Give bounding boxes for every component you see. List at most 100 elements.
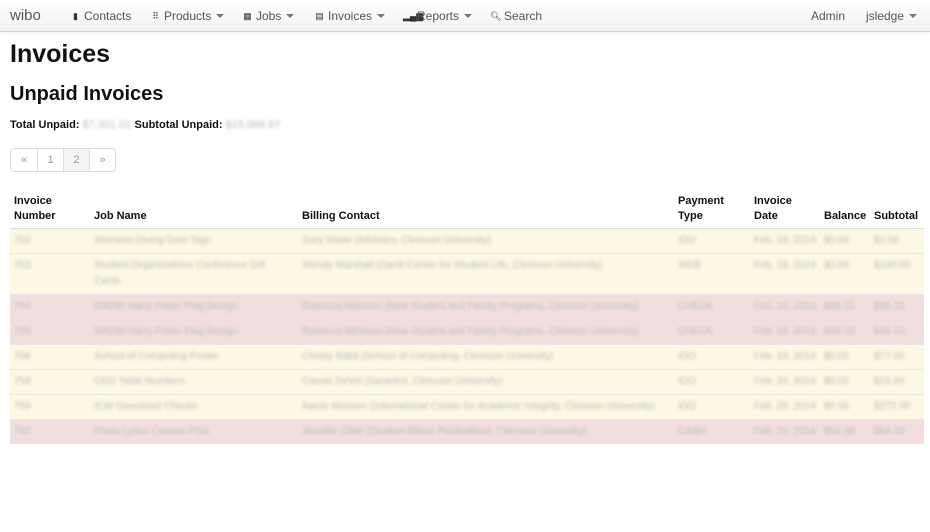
job-name-cell[interactable]: ICAI Oversized Checks (90, 394, 298, 420)
squares-icon: ▦ (243, 11, 252, 21)
invoice-number-cell[interactable]: 756 (10, 344, 90, 370)
invoice-number-cell-text: 759 (14, 401, 31, 412)
nav-products-label: Products (164, 9, 212, 23)
payment-type-cell: IDO (674, 344, 750, 370)
nav-search[interactable]: 🔍︎ Search (490, 9, 542, 23)
invoice-date-cell-text: Feb. 18, 2014 (754, 301, 816, 312)
pagination-page-1[interactable]: 1 (37, 149, 63, 171)
header-job-name[interactable]: Job Name (90, 194, 298, 229)
billing-contact-cell-text: Jennifer Clark (Student Affairs Publicat… (302, 426, 587, 437)
nav-products[interactable]: ⠿ Products (150, 9, 225, 23)
billing-contact-cell-text: Cassie DeVol (Genetics, Clemson Universi… (302, 376, 503, 387)
billing-contact-cell: Rebecca Atkinson (New Student and Family… (298, 294, 674, 320)
table-row[interactable]: 758 CEO Table Numbers Cassie DeVol (Geneti… (10, 369, 924, 395)
payment-type-cell-text: CASH (678, 426, 706, 437)
nav-user-menu[interactable]: jsledge (866, 9, 918, 23)
header-subtotal[interactable]: Subtotal (870, 194, 924, 229)
invoice-date-cell-text: Feb. 18, 2014 (754, 326, 816, 337)
invoice-number-cell[interactable]: 758 (10, 369, 90, 395)
payment-type-cell-text: IDO (678, 401, 696, 412)
balance-cell-text: $48.15 (824, 301, 855, 312)
header-invoice-number[interactable]: Invoice Number (10, 194, 90, 229)
nav-invoices[interactable]: ▤ Invoices (314, 9, 386, 23)
pagination-prev[interactable]: « (11, 149, 37, 171)
invoice-date-cell: Feb. 19, 2014 (750, 344, 820, 370)
brand-link[interactable]: wibo (10, 7, 41, 24)
invoice-number-cell[interactable]: 760 (10, 419, 90, 444)
nav-search-label: Search (504, 9, 543, 23)
payment-type-cell: CHECK (674, 319, 750, 345)
payment-type-cell: WEB (674, 253, 750, 295)
subtotal-cell-text: $272.00 (874, 401, 911, 412)
nav-jobs[interactable]: ▦ Jobs (242, 9, 295, 23)
payment-type-cell-text: IDO (678, 376, 696, 387)
header-payment-type[interactable]: Payment Type (674, 194, 750, 229)
invoice-date-cell: Feb. 18, 2014 (750, 253, 820, 295)
invoice-number-cell-text: 753 (14, 260, 31, 271)
job-name-cell[interactable]: Womens Diving Door Sign (90, 228, 298, 254)
nav-invoices-label: Invoices (328, 9, 373, 23)
billing-contact-cell: Jennifer Clark (Student Affairs Publicat… (298, 419, 674, 444)
table-row[interactable]: 755 SROW Harry Potter Flag Design Rebecca … (10, 319, 924, 345)
job-name-cell[interactable]: CEO Table Numbers (90, 369, 298, 395)
table-row[interactable]: 754 SROW Harry Potter Flag Design Rebecca … (10, 294, 924, 320)
invoice-number-cell[interactable]: 755 (10, 319, 90, 345)
total-unpaid-value: $7,301.01 (82, 119, 132, 131)
invoice-date-cell: Feb. 18, 2014 (750, 319, 820, 345)
payment-type-cell: IDO (674, 369, 750, 395)
pagination-next[interactable]: » (89, 149, 115, 171)
chevron-down-icon (909, 14, 918, 18)
header-billing-contact[interactable]: Billing Contact (298, 194, 674, 229)
billing-contact-cell-text: Rebecca Atkinson (New Student and Family… (302, 326, 639, 337)
billing-contact-cell-text: Christy Babb (School of Computing, Clems… (302, 351, 554, 362)
subtotal-cell-text: $100.00 (874, 260, 911, 271)
invoice-number-cell[interactable]: 759 (10, 394, 90, 420)
subtotal-cell: $100.00 (870, 253, 924, 295)
table-row[interactable]: 752 Womens Diving Door Sign Gary Wade (Ath… (10, 228, 924, 254)
nav-contacts-label: Contacts (84, 9, 132, 23)
invoice-number-cell-text: 756 (14, 351, 31, 362)
invoice-date-cell: Feb. 18, 2014 (750, 228, 820, 254)
header-balance[interactable]: Balance (820, 194, 870, 229)
job-name-cell-text: CEO Table Numbers (94, 376, 186, 387)
invoice-number-cell-text: 758 (14, 376, 31, 387)
job-name-cell[interactable]: SROW Harry Potter Flag Design (90, 319, 298, 345)
invoice-number-cell[interactable]: 753 (10, 253, 90, 295)
chevron-down-icon (216, 14, 225, 18)
nav-admin[interactable]: Admin (811, 9, 845, 23)
invoice-number-cell[interactable]: 752 (10, 228, 90, 254)
billing-contact-cell: Cassie DeVol (Genetics, Clemson Universi… (298, 369, 674, 395)
payment-type-cell-text: CHECK (678, 301, 714, 312)
table-row[interactable]: 759 ICAI Oversized Checks Aaron Monson (In… (10, 394, 924, 420)
invoice-date-cell: Feb. 20, 2014 (750, 419, 820, 444)
payment-type-cell: CASH (674, 419, 750, 444)
balance-cell-text: $0.00 (824, 376, 850, 387)
job-name-cell[interactable]: SROW Harry Potter Flag Design (90, 294, 298, 320)
balance-cell: $0.00 (820, 228, 870, 254)
balance-cell: $48.15 (820, 294, 870, 320)
header-invoice-date[interactable]: Invoice Date (750, 194, 820, 229)
invoice-date-cell: Feb. 20, 2014 (750, 394, 820, 420)
nav-reports-label: Reports (417, 9, 460, 23)
invoice-number-cell-text: 754 (14, 301, 31, 312)
job-name-cell[interactable]: School of Computing Poster (90, 344, 298, 370)
table-row[interactable]: 753 Student Organizations Conference Gift… (10, 253, 924, 295)
table-row[interactable]: 756 School of Computing Poster Christy Bab… (10, 344, 924, 370)
balance-cell-text: $0.00 (824, 351, 850, 362)
nav-reports[interactable]: ▂▄▆Reports (403, 9, 473, 23)
payment-type-cell: CHECK (674, 294, 750, 320)
table-row[interactable]: 760 Photo Lyrics Canvas Print Jennifer Cla… (10, 419, 924, 444)
invoice-number-cell[interactable]: 754 (10, 294, 90, 320)
billing-contact-cell: Wendy Marshall (Gantt Center for Student… (298, 253, 674, 295)
billing-contact-cell-text: Gary Wade (Athletics, Clemson University… (302, 235, 492, 246)
invoice-date-cell: Feb. 20, 2014 (750, 369, 820, 395)
nav-contacts[interactable]: ▮ Contacts (70, 9, 131, 23)
balance-cell-text: $0.00 (824, 235, 850, 246)
nav-jobs-label: Jobs (256, 9, 282, 23)
job-name-cell[interactable]: Student Organizations Conference Gift Ca… (90, 253, 298, 295)
pagination-page-2[interactable]: 2 (63, 149, 89, 171)
balance-cell-text: $0.00 (824, 260, 850, 271)
chevron-down-icon (377, 14, 386, 18)
job-name-cell[interactable]: Photo Lyrics Canvas Print (90, 419, 298, 444)
subtotal-cell-text: $48.15 (874, 326, 905, 337)
